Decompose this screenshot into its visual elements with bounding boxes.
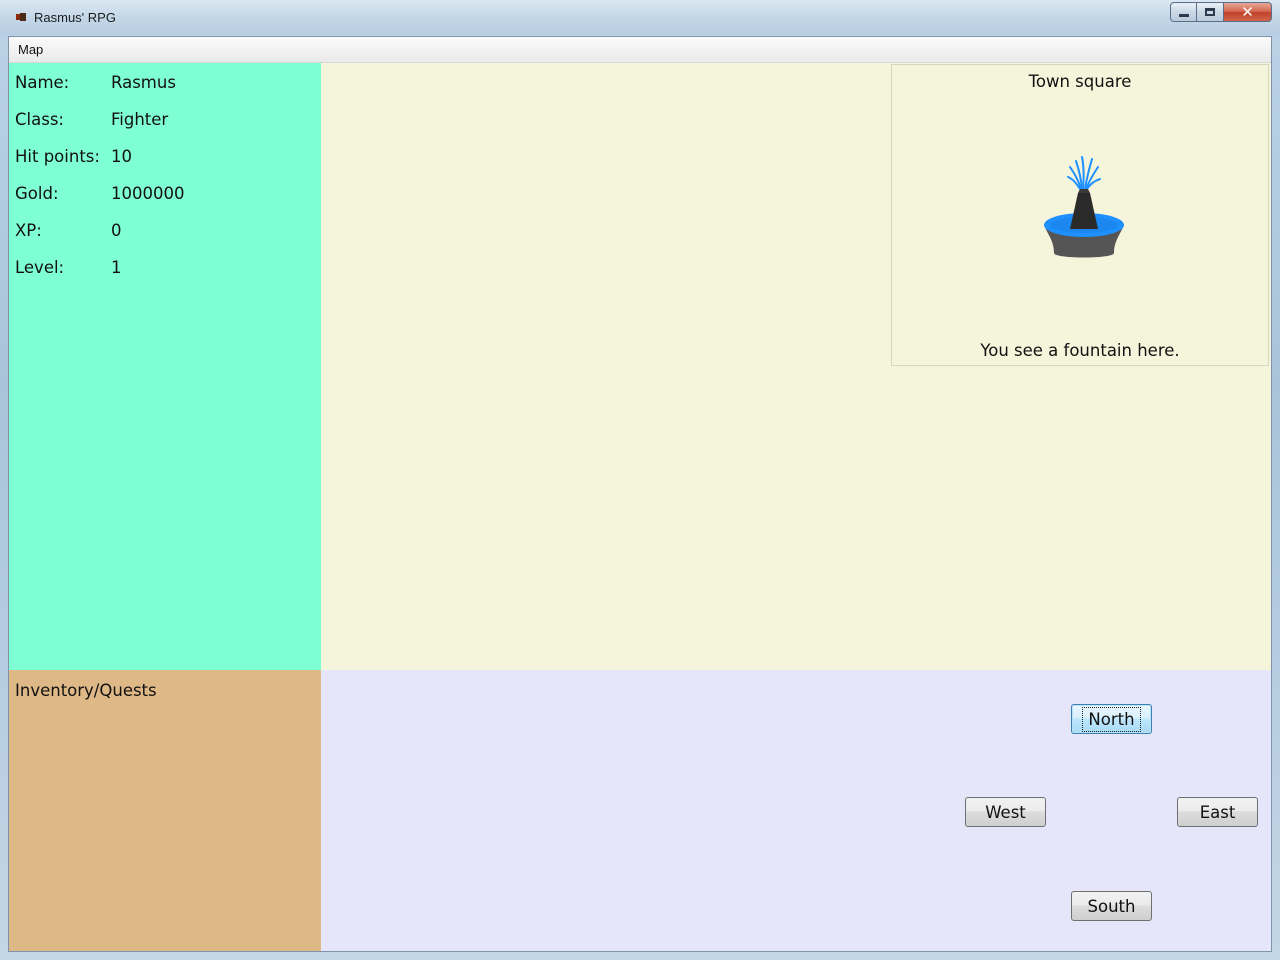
north-button-label: North [1082,706,1141,732]
fountain-icon [1044,156,1124,258]
stat-class-value: Fighter [111,110,169,129]
stat-gold-label: Gold: [15,184,59,203]
inventory-panel: Inventory/Quests [9,670,321,951]
stat-xp-label: XP: [15,221,42,240]
player-stats-panel: Name: Rasmus Class: Fighter Hit points: … [9,63,321,670]
inventory-title: Inventory/Quests [15,681,157,700]
title-bar[interactable]: Rasmus' RPG ✕ [0,0,1280,35]
stat-level-value: 1 [111,258,122,277]
location-info: Town square You see a fountain here. [891,64,1269,366]
minimize-icon [1178,13,1189,17]
stat-level-label: Level: [15,258,65,277]
east-button[interactable]: East [1177,797,1258,827]
north-button[interactable]: North [1071,704,1152,734]
world-panel: Town square You see a fountain here. [321,63,1271,670]
stat-xp-value: 0 [111,221,122,240]
stat-name-value: Rasmus [111,73,176,92]
east-button-label: East [1199,802,1236,822]
west-button[interactable]: West [965,797,1046,827]
maximize-icon [1205,8,1215,16]
window-controls: ✕ [1170,2,1272,24]
maximize-button[interactable] [1197,2,1224,22]
close-button[interactable]: ✕ [1224,2,1272,22]
stat-class-label: Class: [15,110,64,129]
menu-map[interactable]: Map [18,42,43,57]
client-area: Map Name: Rasmus Class: Fighter Hit poin… [8,36,1272,952]
window-title: Rasmus' RPG [34,10,116,25]
stat-hp-label: Hit points: [15,147,100,166]
west-button-label: West [985,802,1026,822]
stat-name-label: Name: [15,73,70,92]
location-name: Town square [1028,72,1132,91]
south-button-label: South [1087,896,1136,916]
app-window: Rasmus' RPG ✕ Map Name: Rasmus Class: Fi [0,0,1280,960]
menu-bar: Map [9,37,1271,63]
minimize-button[interactable] [1170,2,1197,22]
stat-gold-value: 1000000 [111,184,185,203]
south-button[interactable]: South [1071,891,1152,921]
app-icon[interactable] [16,12,26,22]
location-description: You see a fountain here. [980,341,1180,360]
close-icon: ✕ [1241,3,1254,21]
movement-controls-panel: North West East South [321,670,1271,951]
stat-hp-value: 10 [111,147,132,166]
